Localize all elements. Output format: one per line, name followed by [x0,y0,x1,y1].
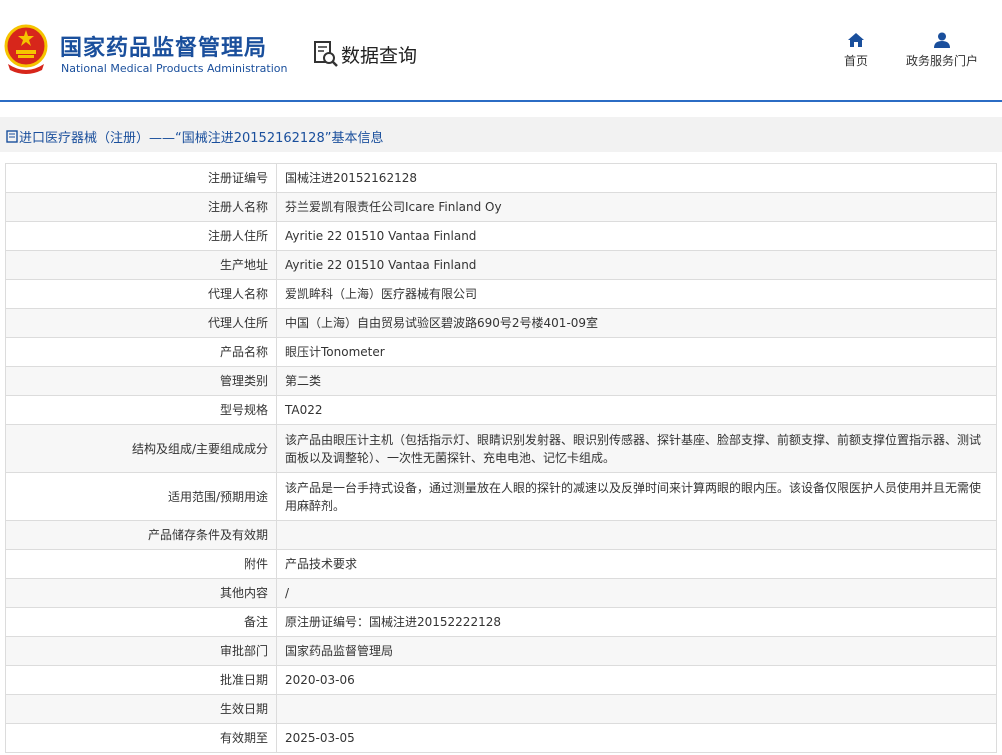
nav-service-portal-label: 政务服务门户 [905,54,978,68]
table-row: 其他内容 / [5,578,997,608]
table-row: 注册证编号 国械注进20152162128 [5,163,997,193]
data-query-label: 数据查询 [341,44,418,67]
field-value: 该产品由眼压计主机（包括指示灯、眼睛识别发射器、眼识别传感器、探针基座、脸部支撑… [276,424,997,473]
field-value: 眼压计Tonometer [276,337,997,367]
field-label: 产品储存条件及有效期 [5,520,277,550]
site-header: 国家药品监督管理局 National Medical Products Admi… [0,0,1002,102]
field-label: 有效期至 [5,723,277,753]
table-row: 产品名称 眼压计Tonometer [5,337,997,367]
field-label: 代理人住所 [5,308,277,338]
field-value: Ayritie 22 01510 Vantaa Finland [276,221,997,251]
table-row: 型号规格 TA022 [5,395,997,425]
field-value: 产品技术要求 [276,549,997,579]
field-value: 该产品是一台手持式设备，通过测量放在人眼的探针的减速以及反弹时间来计算两眼的眼内… [276,472,997,521]
field-value: 中国（上海）自由贸易试验区碧波路690号2号楼401-09室 [276,308,997,338]
document-icon [6,130,18,143]
field-label: 适用范围/预期用途 [5,472,277,521]
field-value: 原注册证编号：国械注进20152222128 [276,607,997,637]
table-row: 代理人名称 爱凯眸科（上海）医疗器械有限公司 [5,279,997,309]
field-label: 其他内容 [5,578,277,608]
table-row: 注册人住所 Ayritie 22 01510 Vantaa Finland [5,221,997,251]
field-value: TA022 [276,395,997,425]
field-value: 国家药品监督管理局 [276,636,997,666]
field-value: 第二类 [276,366,997,396]
breadcrumb: 进口医疗器械（注册）——“国械注进20152162128”基本信息 [6,127,383,146]
field-value: 国械注进20152162128 [276,163,997,193]
site-logo-title[interactable]: 国家药品监督管理局 [60,30,267,62]
field-label: 备注 [5,607,277,637]
field-label: 代理人名称 [5,279,277,309]
table-row: 代理人住所 中国（上海）自由贸易试验区碧波路690号2号楼401-09室 [5,308,997,338]
table-row: 审批部门 国家药品监督管理局 [5,636,997,666]
field-value: 芬兰爱凯有限责任公司Icare Finland Oy [276,192,997,222]
field-label: 注册人住所 [5,221,277,251]
table-row: 结构及组成/主要组成成分 该产品由眼压计主机（包括指示灯、眼睛识别发射器、眼识别传… [5,424,997,473]
table-row: 生效日期 [5,694,997,724]
field-value: 爱凯眸科（上海）医疗器械有限公司 [276,279,997,309]
field-label: 型号规格 [5,395,277,425]
table-row: 有效期至 2025-03-05 [5,723,997,753]
table-row: 批准日期 2020-03-06 [5,665,997,695]
nav-home[interactable]: 首页 [838,32,874,69]
field-label: 管理类别 [5,366,277,396]
breadcrumb-bar: 进口医疗器械（注册）——“国械注进20152162128”基本信息 [0,117,1002,152]
user-icon [934,32,950,48]
field-value: Ayritie 22 01510 Vantaa Finland [276,250,997,280]
field-label: 结构及组成/主要组成成分 [5,424,277,473]
field-value [276,520,997,550]
field-label: 产品名称 [5,337,277,367]
table-row: 适用范围/预期用途 该产品是一台手持式设备，通过测量放在人眼的探针的减速以及反弹时… [5,472,997,521]
table-row: 产品储存条件及有效期 [5,520,997,550]
home-icon [848,33,864,47]
field-label: 注册证编号 [5,163,277,193]
breadcrumb-text: 进口医疗器械（注册）——“国械注进20152162128”基本信息 [19,131,384,146]
field-value: 2025-03-05 [276,723,997,753]
table-row: 备注 原注册证编号：国械注进20152222128 [5,607,997,637]
national-emblem-icon [4,24,48,74]
field-value: / [276,578,997,608]
field-value [276,694,997,724]
field-value: 2020-03-06 [276,665,997,695]
field-label: 注册人名称 [5,192,277,222]
field-label: 审批部门 [5,636,277,666]
table-row: 管理类别 第二类 [5,366,997,396]
data-query-title: 数据查询 [313,40,417,68]
nav-service-portal[interactable]: 政务服务门户 [898,32,986,69]
field-label: 生产地址 [5,250,277,280]
field-label: 附件 [5,549,277,579]
registration-info-table: 注册证编号 国械注进20152162128 注册人名称 芬兰爱凯有限责任公司Icare… [5,163,997,753]
nav-home-label: 首页 [843,54,868,68]
field-label: 批准日期 [5,665,277,695]
document-search-icon [314,41,338,67]
table-row: 注册人名称 芬兰爱凯有限责任公司Icare Finland Oy [5,192,997,222]
site-logo-subtitle: National Medical Products Administration [61,62,288,75]
table-row: 附件 产品技术要求 [5,549,997,579]
table-row: 生产地址 Ayritie 22 01510 Vantaa Finland [5,250,997,280]
field-label: 生效日期 [5,694,277,724]
